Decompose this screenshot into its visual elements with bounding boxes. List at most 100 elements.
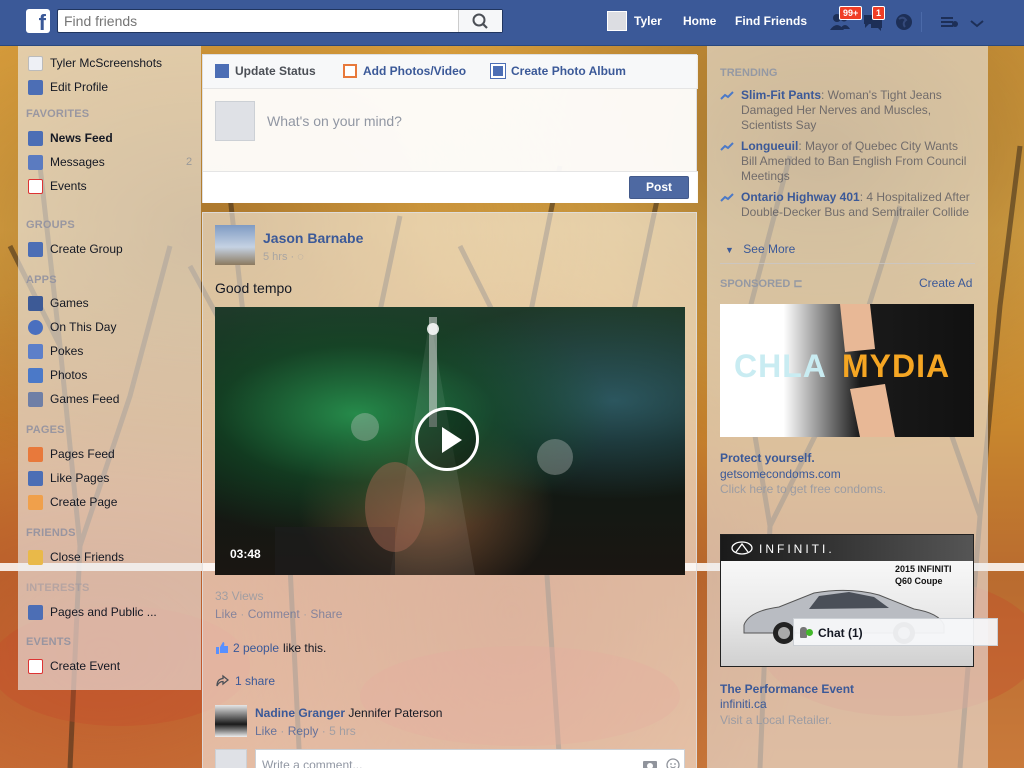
comment-actions: Like · Reply · 5 hrs: [255, 724, 356, 738]
like-link[interactable]: Like: [215, 607, 237, 621]
see-more-link[interactable]: ▼ See More: [725, 242, 795, 256]
timestamp-text: 5 hrs: [263, 251, 288, 263]
sidebar-item-games-feed[interactable]: Games Feed: [28, 391, 119, 407]
notifications-button[interactable]: [893, 12, 915, 32]
composer-footer: Post: [203, 171, 698, 203]
profile-avatar-icon: [28, 55, 43, 71]
friend-requests-button[interactable]: 99+: [829, 6, 863, 32]
trending-item[interactable]: Ontario Highway 401: 4 Hospitalized Afte…: [720, 190, 970, 220]
search-input[interactable]: [58, 10, 458, 32]
comment-link[interactable]: Comment: [248, 607, 300, 621]
sidebar-item-label: Pages and Public ...: [50, 605, 157, 619]
comment-input[interactable]: Write a comment...: [255, 749, 685, 768]
plus-icon: [28, 241, 43, 257]
ad-title[interactable]: The Performance Event: [720, 682, 854, 696]
list-icon: [28, 604, 43, 620]
sidebar-item-create-event[interactable]: Create Event: [28, 658, 120, 674]
trending-item[interactable]: Longueuil: Mayor of Quebec City Wants Bi…: [720, 139, 970, 184]
sidebar-item-close-friends[interactable]: Close Friends: [28, 549, 124, 565]
video-player[interactable]: 03:48: [215, 307, 685, 575]
sidebar-item-profile[interactable]: Tyler McScreenshots: [28, 55, 162, 71]
post-button[interactable]: Post: [629, 176, 689, 199]
sidebar-item-games[interactable]: Games: [28, 295, 89, 311]
likers-link[interactable]: 2 people: [233, 641, 279, 655]
ad-image-text-a: CHLA: [734, 348, 827, 384]
sidebar-item-create-group[interactable]: Create Group: [28, 241, 123, 257]
share-link[interactable]: Share: [310, 607, 342, 621]
shares-count: 1 share: [235, 674, 276, 688]
messages-icon: [28, 154, 43, 170]
ad-url[interactable]: getsomecondoms.com: [720, 467, 841, 481]
comment-reply-link[interactable]: Reply: [288, 724, 319, 738]
trending-title[interactable]: Slim-Fit Pants: [741, 88, 821, 102]
left-sidebar: Tyler McScreenshots Edit Profile FAVORIT…: [18, 46, 201, 690]
sponsored-header: SPONSORED ⊏: [720, 277, 803, 290]
sidebar-item-photos[interactable]: Photos: [28, 367, 87, 383]
avatar[interactable]: [215, 705, 247, 737]
chat-bar[interactable]: Chat (1): [793, 618, 998, 646]
trending-title[interactable]: Longueuil: [741, 139, 798, 153]
ad-url[interactable]: infiniti.ca: [720, 697, 767, 711]
status-input[interactable]: What's on your mind?: [267, 113, 402, 129]
ad-image[interactable]: CHLA MYDIA: [720, 304, 974, 437]
tab-update-status[interactable]: Update Status: [215, 64, 316, 78]
sidebar-item-edit-profile[interactable]: Edit Profile: [28, 79, 108, 95]
camera-icon[interactable]: [642, 758, 658, 768]
sidebar-item-label: Messages: [50, 155, 105, 169]
trending-header: TRENDING: [720, 67, 778, 79]
ad-description[interactable]: Click here to get free condoms.: [720, 482, 886, 496]
sidebar-item-pokes[interactable]: Pokes: [28, 343, 83, 359]
tab-label: Create Photo Album: [511, 64, 626, 78]
account-menu-button[interactable]: [966, 12, 988, 32]
facebook-logo-icon[interactable]: f: [26, 9, 50, 35]
messages-button[interactable]: 1: [862, 6, 886, 32]
story-timestamp[interactable]: 5 hrs · ◌: [263, 251, 304, 263]
sidebar-item-news-feed[interactable]: News Feed: [28, 130, 113, 146]
chat-label: Chat (1): [818, 626, 863, 640]
comment-text[interactable]: Jennifer Paterson: [348, 706, 442, 720]
profile-link[interactable]: Tyler: [607, 11, 662, 31]
search-button[interactable]: [458, 10, 502, 32]
sidebar-item-label: On This Day: [50, 320, 117, 334]
tab-create-photo-album[interactable]: Create Photo Album: [490, 63, 626, 79]
home-link[interactable]: Home: [683, 14, 716, 28]
tab-add-photos-video[interactable]: Add Photos/Video: [343, 64, 466, 78]
tab-label: Update Status: [235, 64, 316, 78]
privacy-shortcuts-button[interactable]: [938, 12, 960, 32]
story-author[interactable]: Jason Barnabe: [263, 230, 363, 246]
avatar[interactable]: [215, 225, 255, 265]
sidebar-item-like-pages[interactable]: Like Pages: [28, 470, 109, 486]
feed-story: Jason Barnabe 5 hrs · ◌ Good tempo 03:48…: [202, 212, 697, 768]
sidebar-item-events[interactable]: Events: [28, 178, 87, 194]
comment-author[interactable]: Nadine Granger: [255, 706, 345, 720]
comment-placeholder: Write a comment...: [262, 758, 363, 768]
ad-description[interactable]: Visit a Local Retailer.: [720, 713, 832, 727]
ad-image[interactable]: INFINITI. 2015 INFINITI Q60 Coupe: [720, 534, 974, 667]
find-friends-link[interactable]: Find Friends: [735, 14, 807, 28]
ad-title[interactable]: Protect yourself.: [720, 451, 815, 465]
sidebar-item-label: Tyler McScreenshots: [50, 56, 163, 70]
ad-brand: INFINITI.: [759, 542, 835, 556]
sidebar-item-pages-feed[interactable]: Pages Feed: [28, 446, 115, 462]
sidebar-item-messages[interactable]: Messages 2: [28, 154, 192, 170]
trending-item[interactable]: Slim-Fit Pants: Woman's Tight Jeans Dama…: [720, 88, 970, 133]
comment-like-link[interactable]: Like: [255, 724, 277, 738]
sidebar-item-create-page[interactable]: Create Page: [28, 494, 117, 510]
photos-icon: [28, 367, 43, 383]
sidebar-item-on-this-day[interactable]: On This Day: [28, 319, 116, 335]
sidebar-item-pages-and-public[interactable]: Pages and Public ...: [28, 604, 157, 620]
shares-summary[interactable]: 1 share: [215, 674, 275, 688]
star-icon: [28, 549, 43, 565]
trending-arrow-icon: [720, 193, 734, 202]
see-more-label: See More: [743, 242, 796, 256]
play-button-icon[interactable]: [415, 407, 479, 471]
trending-title[interactable]: Ontario Highway 401: [741, 190, 860, 204]
emoji-icon[interactable]: [666, 758, 680, 768]
create-ad-link[interactable]: Create Ad: [919, 276, 972, 290]
comment-timestamp[interactable]: 5 hrs: [329, 724, 356, 738]
chevron-down-icon: [970, 20, 984, 28]
avatar: [215, 101, 255, 141]
poke-icon: [28, 343, 43, 359]
camera-icon: [343, 64, 357, 78]
ad-banner: INFINITI.: [721, 535, 973, 561]
